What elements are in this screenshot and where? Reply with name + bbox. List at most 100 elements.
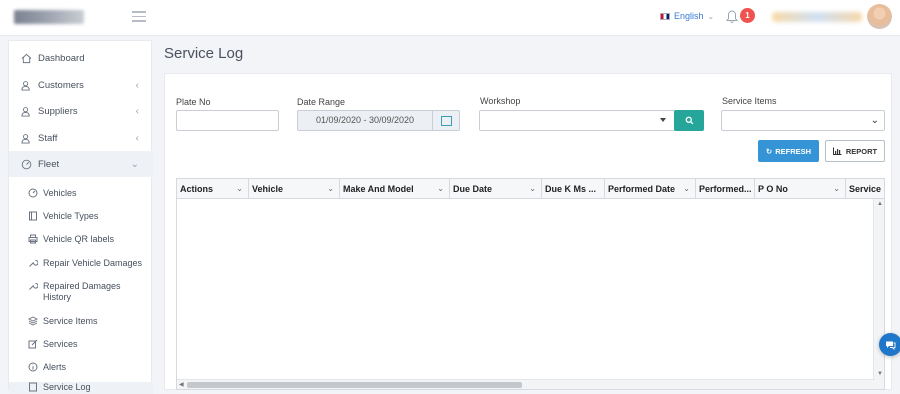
sidebar: Dashboard Customers ‹ Suppliers ‹ Staff …: [8, 40, 153, 394]
bell-icon[interactable]: [726, 10, 738, 24]
list-icon: [29, 382, 37, 392]
sidebar-subitem-label: Service Items: [43, 316, 98, 326]
column-header-vehicle[interactable]: Vehicle ⌄: [249, 179, 340, 199]
sidebar-subitem-services[interactable]: Services: [9, 339, 153, 350]
sidebar-item-label: Customers: [38, 79, 84, 91]
column-header-performed-date[interactable]: Performed Date ⌄: [605, 179, 696, 199]
plate-no-label: Plate No: [176, 97, 211, 107]
report-label: REPORT: [845, 146, 878, 156]
column-header-label: Performed Date: [608, 184, 676, 194]
chevron-down-icon: ⌄: [870, 115, 879, 126]
date-range-label: Date Range: [297, 97, 346, 107]
book-icon: [29, 211, 37, 221]
sidebar-subitem-label: Services: [43, 339, 78, 349]
users-icon: [21, 133, 30, 144]
sidebar-item-customers[interactable]: Customers ‹: [9, 72, 153, 98]
workshop-label: Workshop: [480, 96, 521, 106]
sidebar-subitem-repair-vehicle-damages[interactable]: Repair Vehicle Damages: [9, 258, 153, 269]
uk-flag-icon: [660, 12, 670, 20]
language-selector[interactable]: English ⌄: [660, 11, 714, 21]
company-logo[interactable]: [14, 10, 84, 24]
sidebar-item-suppliers[interactable]: Suppliers ‹: [9, 98, 153, 124]
chevron-left-icon: ‹: [135, 105, 139, 117]
horizontal-scroll-thumb[interactable]: [187, 382, 522, 388]
workshop-select[interactable]: [479, 110, 675, 131]
chevron-down-icon[interactable]: ⌄: [437, 179, 444, 199]
sidebar-subitem-label: Service Log: [43, 382, 91, 392]
chevron-down-icon[interactable]: ⌄: [529, 179, 536, 199]
table-header: Actions ⌄ Vehicle ⌄ Make And Model ⌄ Due Da…: [177, 179, 884, 199]
sidebar-subitem-label: Vehicle Types: [43, 211, 99, 221]
wrench-icon: [29, 283, 38, 290]
service-items-select[interactable]: ⌄: [721, 110, 885, 131]
sidebar-item-label: Fleet: [38, 158, 60, 170]
sidebar-subitem-vehicles[interactable]: Vehicles: [9, 188, 153, 199]
notification-badge[interactable]: 1: [740, 8, 755, 23]
chevron-left-icon: ‹: [135, 79, 139, 91]
sidebar-subitem-alerts[interactable]: Alerts: [9, 362, 153, 373]
edit-icon: [28, 339, 38, 349]
info-icon: [28, 362, 38, 372]
users-icon: [21, 80, 30, 91]
chevron-down-icon: ⌄: [130, 158, 139, 170]
sidebar-item-fleet[interactable]: Fleet ⌄: [9, 151, 153, 177]
scroll-left-icon[interactable]: ◀: [179, 381, 184, 388]
printer-icon: [28, 234, 38, 244]
chevron-down-icon[interactable]: ⌄: [236, 179, 243, 199]
chevron-down-icon[interactable]: ⌄: [327, 179, 334, 199]
language-label: English: [674, 11, 704, 21]
column-header-po-no[interactable]: P O No ⌄: [755, 179, 846, 199]
sidebar-item-label: Suppliers: [38, 105, 78, 117]
user-name[interactable]: [772, 12, 862, 22]
workshop-search-button[interactable]: [674, 110, 704, 131]
stack-icon: [28, 316, 38, 326]
chat-icon: [886, 341, 896, 350]
column-header-service[interactable]: Service: [846, 179, 884, 199]
service-items-label: Service Items: [722, 96, 777, 106]
column-header-due-kms[interactable]: Due K Ms ...: [542, 179, 605, 199]
scroll-down-icon[interactable]: ▼: [877, 371, 883, 377]
refresh-label: REFRESH: [775, 146, 812, 156]
users-icon: [21, 106, 30, 117]
column-header-due-date[interactable]: Due Date ⌄: [450, 179, 542, 199]
sidebar-subitem-label: Alerts: [43, 362, 67, 372]
column-header-label: Make And Model: [343, 184, 414, 194]
refresh-icon: ↻: [765, 146, 773, 156]
column-header-make-and-model[interactable]: Make And Model ⌄: [340, 179, 450, 199]
calendar-button[interactable]: [432, 110, 460, 131]
column-header-label: Service: [849, 184, 882, 194]
search-icon: [685, 116, 693, 125]
sidebar-subitem-label: Repair Vehicle Damages: [43, 258, 143, 268]
sidebar-subitem-vehicle-qr-labels[interactable]: Vehicle QR labels: [9, 234, 153, 245]
caret-down-icon: [660, 118, 666, 122]
menu-toggle-icon[interactable]: [132, 11, 146, 23]
horizontal-scrollbar[interactable]: ◀: [177, 379, 875, 389]
avatar[interactable]: [867, 4, 892, 29]
column-header-performed-kms[interactable]: Performed...: [696, 179, 755, 199]
chevron-down-icon[interactable]: ⌄: [683, 179, 690, 199]
column-header-label: Due K Ms ...: [545, 184, 597, 194]
column-header-label: Due Date: [453, 184, 493, 194]
speedometer-icon: [21, 159, 32, 169]
column-header-actions[interactable]: Actions ⌄: [177, 179, 249, 199]
sidebar-item-dashboard[interactable]: Dashboard: [9, 45, 153, 71]
sidebar-item-staff[interactable]: Staff ‹: [9, 125, 153, 151]
scroll-up-icon[interactable]: ▲: [877, 201, 883, 207]
page-title: Service Log: [164, 45, 244, 62]
date-range-input[interactable]: 01/09/2020 - 30/09/2020: [297, 110, 433, 131]
chat-button[interactable]: [879, 333, 900, 356]
refresh-button[interactable]: ↻ REFRESH: [758, 140, 819, 162]
calendar-icon: [441, 116, 452, 126]
sidebar-item-label: Staff: [38, 132, 58, 144]
sidebar-subitem-service-log[interactable]: Service Log: [9, 382, 153, 394]
chevron-down-icon[interactable]: ⌄: [833, 179, 840, 199]
vertical-scrollbar[interactable]: ▲ ▼: [873, 199, 884, 389]
report-button[interactable]: REPORT: [825, 140, 885, 162]
sidebar-subitem-repaired-damages-history[interactable]: Repaired Damages History: [9, 281, 153, 303]
sidebar-item-label: Dashboard: [38, 52, 85, 64]
column-header-label: Vehicle: [252, 184, 284, 194]
chevron-left-icon: ‹: [135, 132, 139, 144]
plate-no-input[interactable]: [176, 110, 279, 131]
sidebar-subitem-service-items[interactable]: Service Items: [9, 316, 153, 327]
sidebar-subitem-vehicle-types[interactable]: Vehicle Types: [9, 211, 153, 222]
